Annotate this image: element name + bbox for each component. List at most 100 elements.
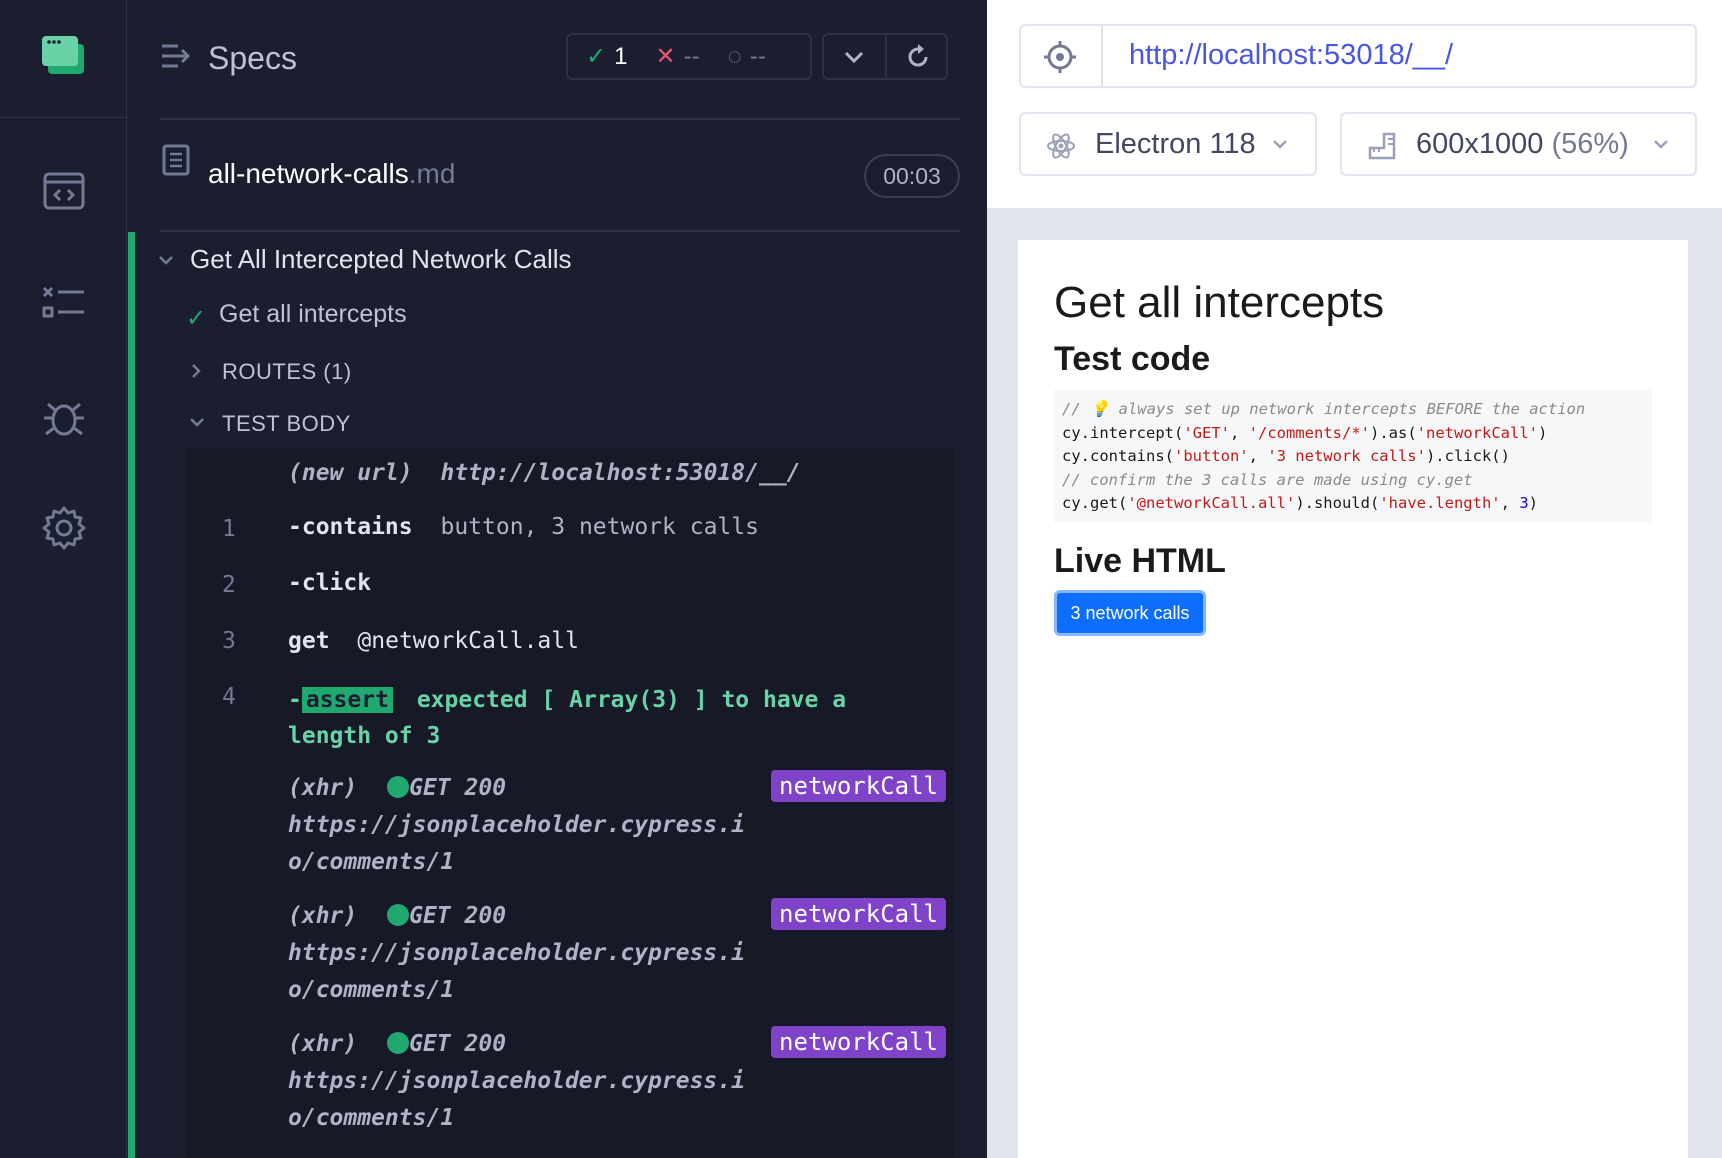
chevron-down-icon [1654, 140, 1668, 149]
xhr-url: https://jsonplaceholder.cypress.i [288, 1068, 745, 1094]
xhr-status: GET 200 [409, 1031, 507, 1057]
code-line: // 💡 always set up network intercepts BE… [1062, 400, 1586, 418]
command-number: 2 [222, 572, 236, 598]
browser-name: Electron 118 [1095, 128, 1256, 160]
code-line: cy.intercept('GET', '/comments/*').as('n… [1062, 423, 1548, 442]
cypress-logo[interactable] [0, 0, 127, 118]
check-icon: ✓ [586, 43, 607, 70]
debug-bug-icon[interactable] [40, 392, 88, 440]
pending-count: -- [749, 42, 766, 70]
electron-icon [1047, 133, 1075, 159]
status-dot-icon [387, 904, 410, 926]
routes-section[interactable]: ROUTES (1) [222, 359, 352, 385]
test-body-chevron-down-icon[interactable] [188, 416, 206, 430]
test-body-section[interactable]: TEST BODY [222, 411, 351, 437]
alias-tag[interactable]: networkCall [771, 898, 946, 930]
duration-timer: 00:03 [864, 154, 960, 198]
specs-list-icon[interactable] [40, 168, 88, 216]
pending-stat: ◌ -- [728, 43, 766, 71]
xhr-type: (xhr) [288, 903, 358, 929]
spec-file-name: all-network-calls.md [208, 158, 455, 190]
xhr-status: GET 200 [409, 903, 507, 929]
command-number: 3 [222, 628, 236, 654]
test-pass-check-icon: ✓ [186, 305, 207, 332]
command-name: -click [288, 570, 372, 596]
command-name: (new url) [288, 460, 413, 486]
cross-icon: ✕ [655, 43, 676, 70]
command-name: -contains [288, 514, 413, 540]
page-heading: Get all intercepts [1054, 278, 1385, 327]
command-message: http://localhost:53018/__/ [440, 460, 801, 486]
alias-tag[interactable]: networkCall [771, 1026, 946, 1058]
ruler-icon [1368, 132, 1396, 160]
xhr-url-cont: o/comments/1 [288, 1105, 455, 1131]
routes-chevron-right-icon[interactable] [190, 362, 204, 380]
xhr-type: (xhr) [288, 1031, 358, 1057]
xhr-url-cont: o/comments/1 [288, 977, 455, 1003]
assert-message-cont: length of 3 [288, 723, 441, 749]
click-command[interactable]: -click [288, 570, 371, 596]
failed-stat: ✕ -- [655, 42, 699, 71]
run-controls [822, 33, 948, 80]
command-message: @networkCall.all [357, 628, 579, 654]
browser-select[interactable]: Electron 118 [1019, 112, 1317, 176]
assert-dash: - [288, 687, 302, 713]
specs-menu-icon[interactable] [160, 42, 192, 70]
xhr-url: https://jsonplaceholder.cypress.i [288, 940, 745, 966]
viewport-size: 600x1000 (56%) [1416, 128, 1629, 161]
settings-gear-icon[interactable] [40, 504, 88, 552]
pending-spinner-icon: ◌ [727, 42, 742, 70]
status-dot-icon [387, 1032, 410, 1054]
code-line: cy.contains('button', '3 network calls')… [1062, 447, 1510, 465]
spec-file-row: all-network-calls.md 00:03 [160, 120, 960, 232]
aut-url[interactable]: http://localhost:53018/__/ [1129, 39, 1453, 72]
test-stats: ✓ 1 ✕ -- ◌ -- [566, 33, 812, 80]
aut-header: http://localhost:53018/__/ Electron 118 … [987, 0, 1722, 208]
code-line: cy.get('@networkCall.all').should('have.… [1062, 494, 1538, 512]
chevron-down-icon[interactable] [843, 47, 865, 67]
get-command[interactable]: get @networkCall.all [288, 628, 579, 654]
assert-message: expected [ Array(3) ] to have a [416, 687, 847, 713]
command-log: (new url) http://localhost:53018/__/ 1 -… [186, 448, 954, 1158]
xhr-log-row[interactable]: (xhr) GET 200 https://jsonplaceholder.cy… [186, 770, 954, 890]
xhr-status: GET 200 [409, 775, 507, 801]
contains-command[interactable]: -contains button, 3 network calls [288, 514, 759, 540]
xhr-url: https://jsonplaceholder.cypress.i [288, 812, 745, 838]
code-line: // confirm the 3 calls are made using cy… [1062, 470, 1473, 489]
document-icon [162, 144, 190, 176]
command-number: 1 [222, 516, 236, 542]
xhr-url-cont: o/comments/1 [288, 849, 455, 875]
status-dot-icon [387, 776, 410, 798]
url-bar: http://localhost:53018/__/ [1019, 24, 1697, 88]
viewport-scale: (56%) [1551, 128, 1629, 160]
new-url-command[interactable]: (new url) http://localhost:53018/__/ [288, 460, 801, 486]
nav-rail [0, 0, 127, 1158]
chevron-down-icon [1273, 140, 1287, 149]
assert-badge: assert [301, 687, 393, 713]
failed-count: -- [683, 42, 700, 70]
app-logo-icon [42, 36, 84, 74]
spec-extension: .md [408, 158, 456, 189]
test-title[interactable]: Get all intercepts [219, 300, 407, 329]
passed-indicator-bar [128, 232, 135, 1158]
alias-tag[interactable]: networkCall [771, 770, 946, 802]
aut-iframe: Get all intercepts Test code // 💡 always… [1018, 240, 1688, 1158]
reporter-header: Specs ✓ 1 ✕ -- ◌ -- [160, 20, 960, 120]
runs-icon[interactable] [40, 280, 88, 328]
live-html-heading: Live HTML [1054, 542, 1226, 580]
rerun-icon[interactable] [904, 43, 932, 71]
suite-title[interactable]: Get All Intercepted Network Calls [190, 244, 572, 275]
viewport-select[interactable]: 600x1000 (56%) [1340, 112, 1697, 176]
suite-chevron-down-icon[interactable] [157, 254, 175, 268]
selector-playground-crosshair-icon[interactable] [1043, 40, 1077, 74]
command-number: 4 [222, 684, 236, 710]
xhr-type: (xhr) [288, 775, 358, 801]
divider [1101, 26, 1103, 86]
network-calls-button[interactable]: 3 network calls [1054, 590, 1206, 636]
passed-count: 1 [614, 42, 628, 70]
passed-stat: ✓ 1 [586, 42, 627, 71]
xhr-log-row[interactable]: (xhr) GET 200 https://jsonplaceholder.cy… [186, 898, 954, 1018]
xhr-log-row[interactable]: (xhr) GET 200 https://jsonplaceholder.cy… [186, 1026, 954, 1146]
assert-command[interactable]: - assert expected [ Array(3) ] to have a … [288, 682, 888, 754]
specs-title[interactable]: Specs [208, 40, 297, 77]
